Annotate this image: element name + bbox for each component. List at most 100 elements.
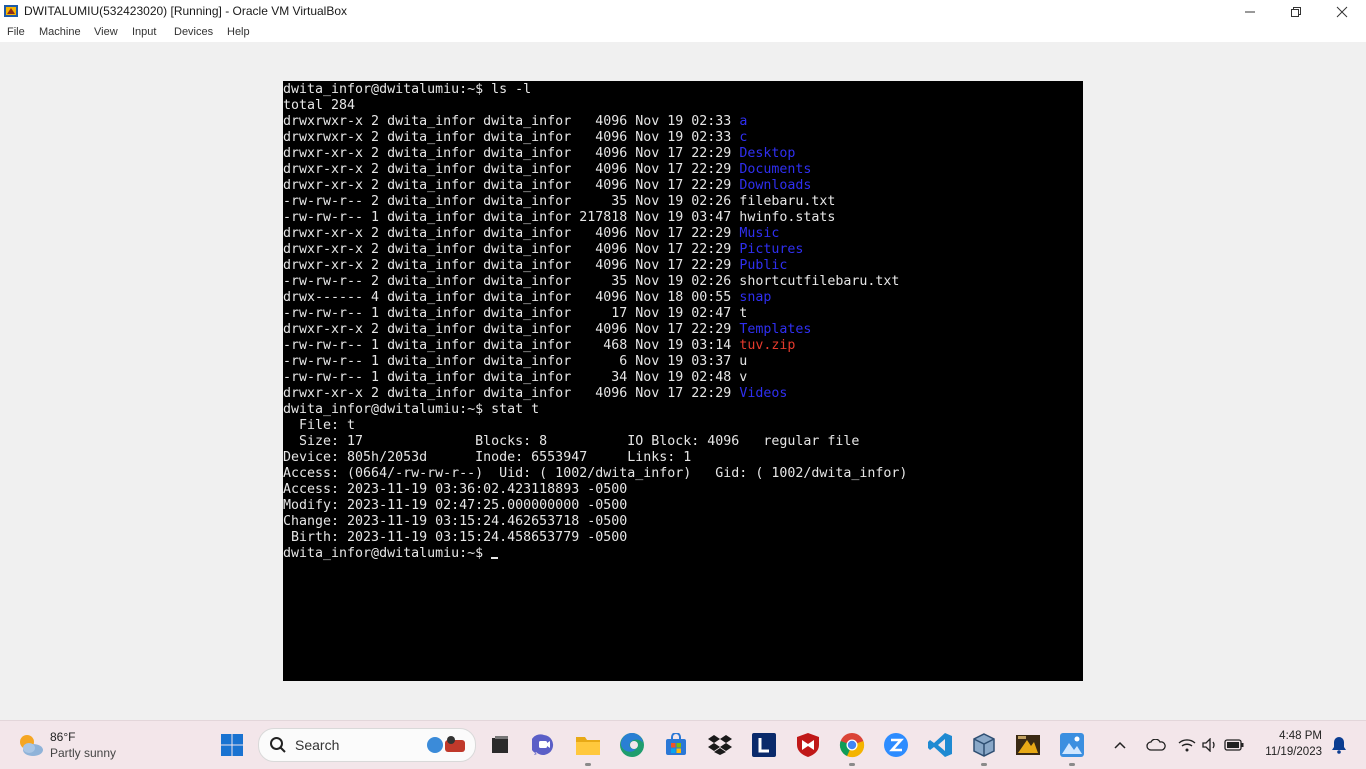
task-view-button[interactable]	[484, 729, 516, 761]
directory-name: c	[739, 130, 748, 145]
minimize-button[interactable]	[1227, 0, 1273, 23]
terminal-line: Change: 2023-11-19 03:15:24.462653718 -0…	[283, 514, 627, 530]
notifications-button[interactable]	[1328, 729, 1350, 761]
terminal-text: -rw-rw-r-- 1 dwita_infor dwita_infor 217…	[283, 210, 836, 225]
bell-icon	[1332, 737, 1346, 754]
terminal-text: drwxrwxr-x 2 dwita_infor dwita_infor 409…	[283, 130, 740, 145]
menu-view[interactable]: View	[94, 26, 118, 38]
onedrive-tray[interactable]	[1142, 729, 1170, 761]
vm-terminal-screen[interactable]: dwita_infor@dwitalumiu:~$ ls -l total 284…	[283, 81, 1083, 681]
terminal-line: drwxr-xr-x 2 dwita_infor dwita_infor 409…	[283, 146, 795, 162]
terminal-text: drwxr-xr-x 2 dwita_infor dwita_infor 409…	[283, 258, 740, 273]
taskbar-file-explorer[interactable]	[572, 729, 604, 766]
minimize-icon	[1245, 11, 1255, 12]
taskbar-clock[interactable]: 4:48 PM 11/19/2023	[1252, 728, 1330, 762]
close-icon	[1336, 6, 1348, 17]
terminal-text: drwxrwxr-x 2 dwita_infor dwita_infor 409…	[283, 114, 740, 129]
folder-icon	[576, 737, 600, 755]
terminal-text: drwx------ 4 dwita_infor dwita_infor 409…	[283, 290, 740, 305]
directory-name: Music	[739, 226, 780, 241]
terminal-line: Modify: 2023-11-19 02:47:25.000000000 -0…	[283, 498, 627, 514]
terminal-line: File: t	[283, 418, 355, 434]
terminal-line: -rw-rw-r-- 2 dwita_infor dwita_infor 35 …	[283, 194, 835, 210]
terminal-text: -rw-rw-r-- 2 dwita_infor dwita_infor 35 …	[283, 274, 900, 289]
terminal-text: drwxr-xr-x 2 dwita_infor dwita_infor 409…	[283, 162, 740, 177]
taskbar-chrome[interactable]	[836, 729, 868, 766]
directory-name: Pictures	[739, 242, 804, 257]
taskbar-zoom[interactable]	[880, 729, 912, 761]
terminal-line: -rw-rw-r-- 1 dwita_infor dwita_infor 6 N…	[283, 354, 747, 370]
taskbar-virtualbox[interactable]	[968, 729, 1000, 766]
taskbar-mcafee[interactable]	[792, 729, 824, 761]
window-titlebar[interactable]: DWITALUMIU(532423020) [Running] - Oracle…	[0, 0, 1366, 23]
taskbar-l-app[interactable]	[748, 729, 780, 761]
terminal-line: Size: 17 Blocks: 8 IO Block: 4096 regula…	[283, 434, 859, 450]
directory-name: Desktop	[739, 146, 796, 161]
taskbar-gallery-app[interactable]	[1056, 729, 1088, 766]
start-button[interactable]	[216, 729, 248, 761]
running-indicator	[981, 763, 987, 766]
terminal-text: Size: 17 Blocks: 8 IO Block: 4096 regula…	[283, 434, 860, 449]
archive-file-name: tuv.zip	[739, 338, 796, 353]
store-icon	[666, 733, 686, 755]
window-title: DWITALUMIU(532423020) [Running] - Oracle…	[24, 4, 348, 18]
directory-name: a	[739, 114, 748, 129]
restore-icon	[1291, 6, 1301, 17]
terminal-line: Device: 805h/2053d Inode: 6553947 Links:…	[283, 450, 691, 466]
terminal-line: drwxr-xr-x 2 dwita_infor dwita_infor 409…	[283, 242, 803, 258]
taskbar-meet-app[interactable]	[528, 729, 560, 761]
taskbar: 86°F Partly sunny Search 4:48 PM 11/19/2…	[0, 720, 1366, 769]
show-hidden-icons-button[interactable]	[1108, 729, 1132, 761]
terminal-cursor	[491, 557, 499, 559]
battery-icon	[1224, 739, 1244, 751]
terminal-line: -rw-rw-r-- 1 dwita_infor dwita_infor 17 …	[283, 306, 747, 322]
terminal-line: Access: (0664/-rw-rw-r--) Uid: ( 1002/dw…	[283, 466, 907, 482]
weather-widget[interactable]: 86°F Partly sunny	[16, 728, 146, 762]
terminal-text: -rw-rw-r-- 1 dwita_infor dwita_infor 6 N…	[283, 354, 748, 369]
terminal-line: drwxrwxr-x 2 dwita_infor dwita_infor 409…	[283, 130, 747, 146]
close-button[interactable]	[1319, 0, 1365, 23]
directory-name: snap	[739, 290, 772, 305]
wifi-icon	[1178, 739, 1196, 752]
terminal-line: drwxr-xr-x 2 dwita_infor dwita_infor 409…	[283, 162, 811, 178]
terminal-text: drwxr-xr-x 2 dwita_infor dwita_infor 409…	[283, 242, 740, 257]
restore-button[interactable]	[1273, 0, 1319, 23]
search-highlight-icon	[427, 736, 465, 753]
menu-devices[interactable]: Devices	[174, 26, 213, 38]
taskbar-edge[interactable]	[616, 729, 648, 761]
weather-desc: Partly sunny	[50, 746, 117, 760]
terminal-line: drwxrwxr-x 2 dwita_infor dwita_infor 409…	[283, 114, 747, 130]
terminal-text: drwxr-xr-x 2 dwita_infor dwita_infor 409…	[283, 146, 740, 161]
taskbar-dropbox[interactable]	[704, 729, 736, 761]
terminal-text: Modify: 2023-11-19 02:47:25.000000000 -0…	[283, 498, 628, 513]
menu-file[interactable]: File	[7, 26, 25, 38]
terminal-line: drwxr-xr-x 2 dwita_infor dwita_infor 409…	[283, 386, 787, 402]
taskbar-search-box[interactable]: Search	[258, 728, 476, 762]
chevron-up-icon	[1114, 741, 1126, 749]
terminal-text: drwxr-xr-x 2 dwita_infor dwita_infor 409…	[283, 322, 740, 337]
zoom-icon	[884, 733, 908, 757]
menu-help[interactable]: Help	[227, 26, 250, 38]
terminal-text: Device: 805h/2053d Inode: 6553947 Links:…	[283, 450, 692, 465]
running-indicator	[1069, 763, 1075, 766]
terminal-line: drwxr-xr-x 2 dwita_infor dwita_infor 409…	[283, 322, 811, 338]
terminal-text: total 284	[283, 98, 356, 113]
terminal-line: drwxr-xr-x 2 dwita_infor dwita_infor 409…	[283, 226, 779, 242]
mcafee-shield-icon	[797, 733, 819, 757]
terminal-line: drwxr-xr-x 2 dwita_infor dwita_infor 409…	[283, 258, 787, 274]
quick-settings-tray[interactable]	[1174, 729, 1244, 761]
terminal-text: dwita_infor@dwitalumiu:~$	[283, 546, 492, 561]
taskbar-vscode[interactable]	[924, 729, 956, 761]
vscode-icon	[928, 733, 952, 757]
taskbar-microsoft-store[interactable]	[660, 729, 692, 761]
terminal-text: -rw-rw-r-- 1 dwita_infor dwita_infor 468…	[283, 338, 740, 353]
windows-logo-icon	[221, 734, 243, 756]
terminal-text: Access: (0664/-rw-rw-r--) Uid: ( 1002/dw…	[283, 466, 908, 481]
terminal-line: -rw-rw-r-- 2 dwita_infor dwita_infor 35 …	[283, 274, 899, 290]
menu-machine[interactable]: Machine	[39, 26, 81, 38]
search-icon	[270, 737, 286, 753]
terminal-line: dwita_infor@dwitalumiu:~$ ls -l	[283, 82, 531, 98]
menu-input[interactable]: Input	[132, 26, 156, 38]
terminal-line: Birth: 2023-11-19 03:15:24.458653779 -05…	[283, 530, 627, 546]
taskbar-photo-app[interactable]	[1012, 729, 1044, 761]
